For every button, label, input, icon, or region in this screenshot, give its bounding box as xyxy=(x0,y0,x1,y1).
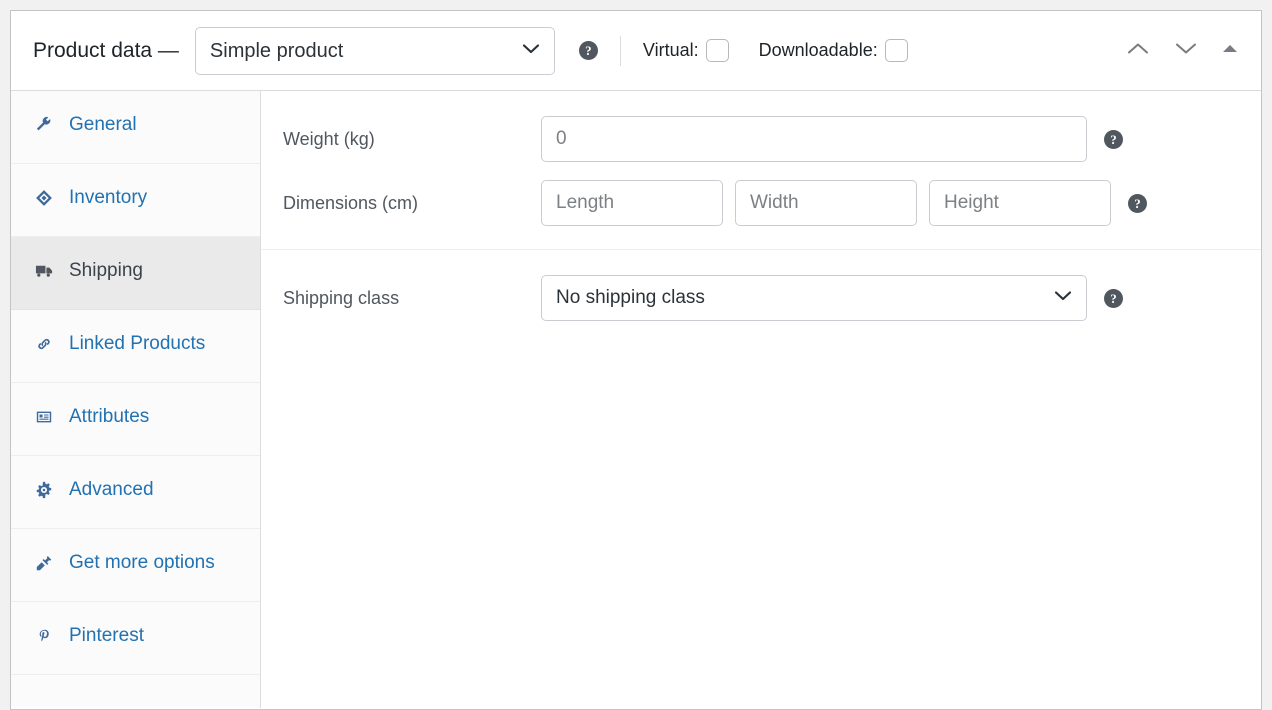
page-title: Product data — xyxy=(33,39,179,63)
length-input[interactable] xyxy=(541,180,723,226)
height-input[interactable] xyxy=(929,180,1111,226)
help-circle-icon-weight[interactable]: ? xyxy=(1104,130,1123,149)
weight-label: Weight (kg) xyxy=(283,129,541,150)
panel-header-actions xyxy=(1125,40,1239,61)
plug-icon xyxy=(33,552,55,582)
id-card-icon xyxy=(33,406,55,436)
shipping-class-label: Shipping class xyxy=(283,288,541,309)
pinterest-icon xyxy=(33,625,55,655)
virtual-checkbox-group: Virtual: xyxy=(643,39,729,62)
weight-row: Weight (kg) ? xyxy=(261,107,1261,171)
dimensions-row: Dimensions (cm) ? xyxy=(261,171,1261,235)
sidebar-item-label: Advanced xyxy=(69,479,154,500)
downloadable-label: Downloadable: xyxy=(759,40,878,61)
weight-input[interactable] xyxy=(541,116,1087,162)
width-input[interactable] xyxy=(735,180,917,226)
product-type-select[interactable]: Simple product xyxy=(195,27,555,75)
sidebar-item-label: Shipping xyxy=(69,260,143,281)
sidebar-item-get-more-options[interactable]: Get more options xyxy=(11,529,260,602)
sidebar-item-advanced[interactable]: Advanced xyxy=(11,456,260,529)
shipping-class-row: Shipping class No shipping class ? xyxy=(261,266,1261,330)
toggle-panel-icon[interactable] xyxy=(1221,42,1239,60)
product-data-panel: Product data — Simple product ? Virtual:… xyxy=(10,10,1262,710)
sidebar-item-label: Pinterest xyxy=(69,625,144,646)
move-up-icon[interactable] xyxy=(1125,40,1151,61)
sidebar-item-label: Get more options xyxy=(69,552,215,573)
move-down-icon[interactable] xyxy=(1173,40,1199,61)
shipping-panel-content: Weight (kg) ? Dimensions (cm) ? Ship xyxy=(261,91,1261,708)
truck-icon xyxy=(33,260,55,290)
product-type-value: Simple product xyxy=(210,41,343,61)
sidebar-item-general[interactable]: General xyxy=(11,91,260,164)
dimensions-label: Dimensions (cm) xyxy=(283,193,541,214)
sidebar-item-label: Linked Products xyxy=(69,333,205,354)
product-data-header: Product data — Simple product ? Virtual:… xyxy=(11,11,1261,91)
header-divider xyxy=(620,36,621,66)
shipping-measurements-group: Weight (kg) ? Dimensions (cm) ? xyxy=(261,91,1261,249)
downloadable-checkbox[interactable] xyxy=(885,39,908,62)
product-data-body: General Inventory Shipping Linked Produc… xyxy=(11,91,1261,708)
shipping-class-group: Shipping class No shipping class ? xyxy=(261,249,1261,344)
shipping-class-select[interactable]: No shipping class xyxy=(541,275,1087,321)
chevron-down-icon xyxy=(520,41,542,60)
sidebar-item-shipping[interactable]: Shipping xyxy=(11,237,260,310)
sidebar-item-label: Inventory xyxy=(69,187,147,208)
wrench-icon xyxy=(33,114,55,144)
archive-icon xyxy=(33,187,55,217)
dimensions-inputs xyxy=(541,180,1111,226)
sidebar-item-linked-products[interactable]: Linked Products xyxy=(11,310,260,383)
shipping-class-value: No shipping class xyxy=(556,287,705,309)
help-circle-icon-dimensions[interactable]: ? xyxy=(1128,194,1147,213)
sidebar-item-pinterest[interactable]: Pinterest xyxy=(11,602,260,675)
sidebar-item-label: General xyxy=(69,114,137,135)
chevron-down-icon xyxy=(1052,289,1074,308)
virtual-checkbox[interactable] xyxy=(706,39,729,62)
sidebar-item-inventory[interactable]: Inventory xyxy=(11,164,260,237)
virtual-label: Virtual: xyxy=(643,40,699,61)
help-circle-icon-product-type[interactable]: ? xyxy=(579,41,598,60)
sidebar-item-attributes[interactable]: Attributes xyxy=(11,383,260,456)
sidebar-item-label: Attributes xyxy=(69,406,149,427)
help-circle-icon-shipping-class[interactable]: ? xyxy=(1104,289,1123,308)
link-icon xyxy=(33,333,55,363)
product-data-tabs: General Inventory Shipping Linked Produc… xyxy=(11,91,261,708)
downloadable-checkbox-group: Downloadable: xyxy=(759,39,908,62)
gear-icon xyxy=(33,479,55,509)
